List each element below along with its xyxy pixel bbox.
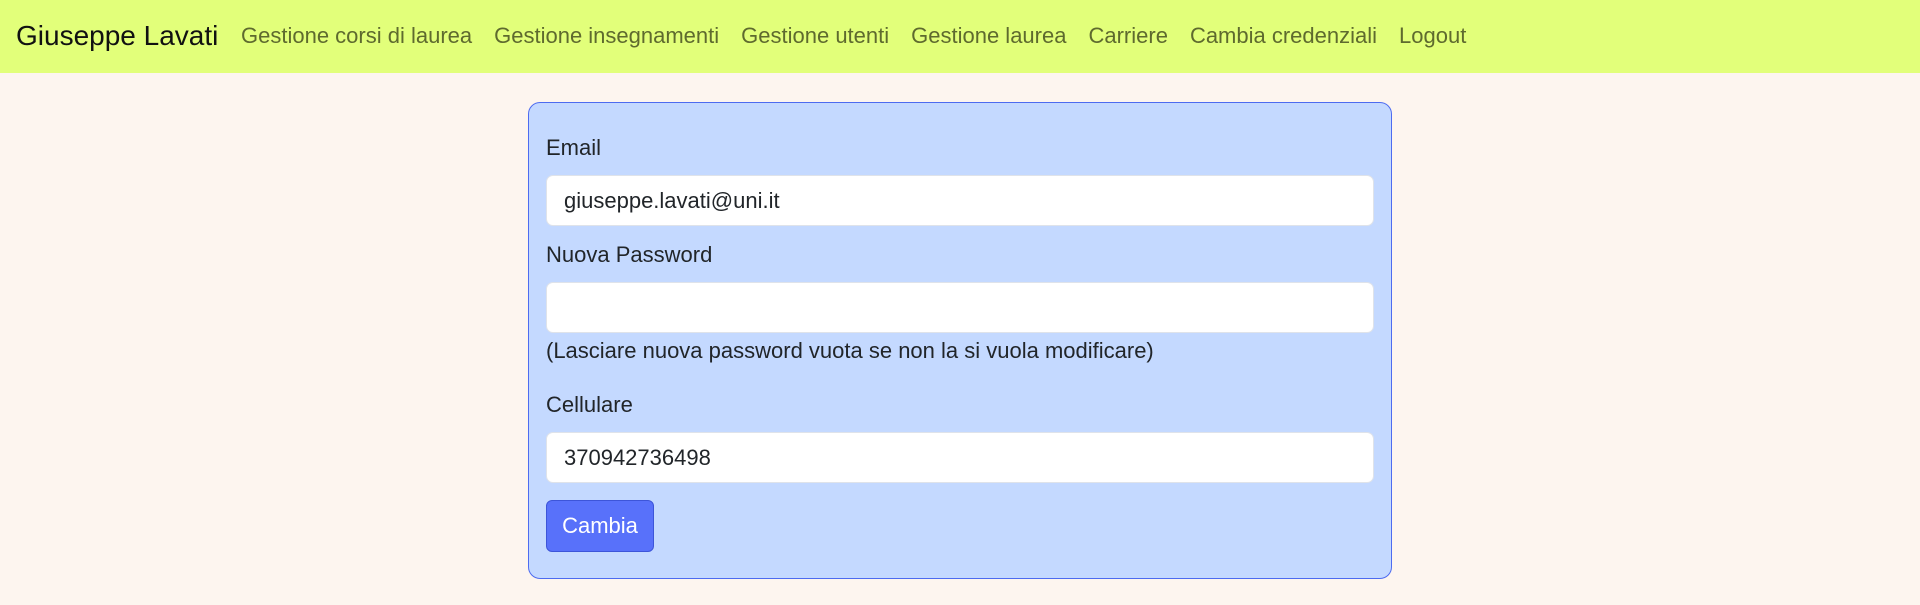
new-password-label: Nuova Password: [546, 242, 713, 267]
nav-gestione-corsi-di-laurea[interactable]: Gestione corsi di laurea: [230, 22, 483, 50]
nav-cambia-credenziali[interactable]: Cambia credenziali: [1179, 22, 1388, 50]
email-field[interactable]: [546, 175, 1374, 226]
nav-carriere[interactable]: Carriere: [1077, 22, 1178, 50]
nav-gestione-laurea[interactable]: Gestione laurea: [900, 22, 1077, 50]
top-navbar: Giuseppe Lavati Gestione corsi di laurea…: [0, 0, 1920, 73]
nav-gestione-insegnamenti[interactable]: Gestione insegnamenti: [483, 22, 730, 50]
email-label: Email: [546, 135, 602, 160]
phone-field[interactable]: [546, 432, 1374, 483]
nav-gestione-utenti[interactable]: Gestione utenti: [730, 22, 900, 50]
nav-links: Gestione corsi di laurea Gestione insegn…: [230, 22, 1477, 50]
brand-link[interactable]: Giuseppe Lavati: [16, 19, 218, 53]
phone-label: Cellulare: [546, 392, 633, 417]
nav-logout[interactable]: Logout: [1388, 22, 1477, 50]
cambia-button[interactable]: Cambia: [546, 500, 654, 552]
credentials-form: Email Nuova Password (Lasciare nuova pas…: [528, 102, 1392, 579]
password-hint: (Lasciare nuova password vuota se non la…: [546, 338, 1154, 363]
new-password-field[interactable]: [546, 282, 1374, 333]
